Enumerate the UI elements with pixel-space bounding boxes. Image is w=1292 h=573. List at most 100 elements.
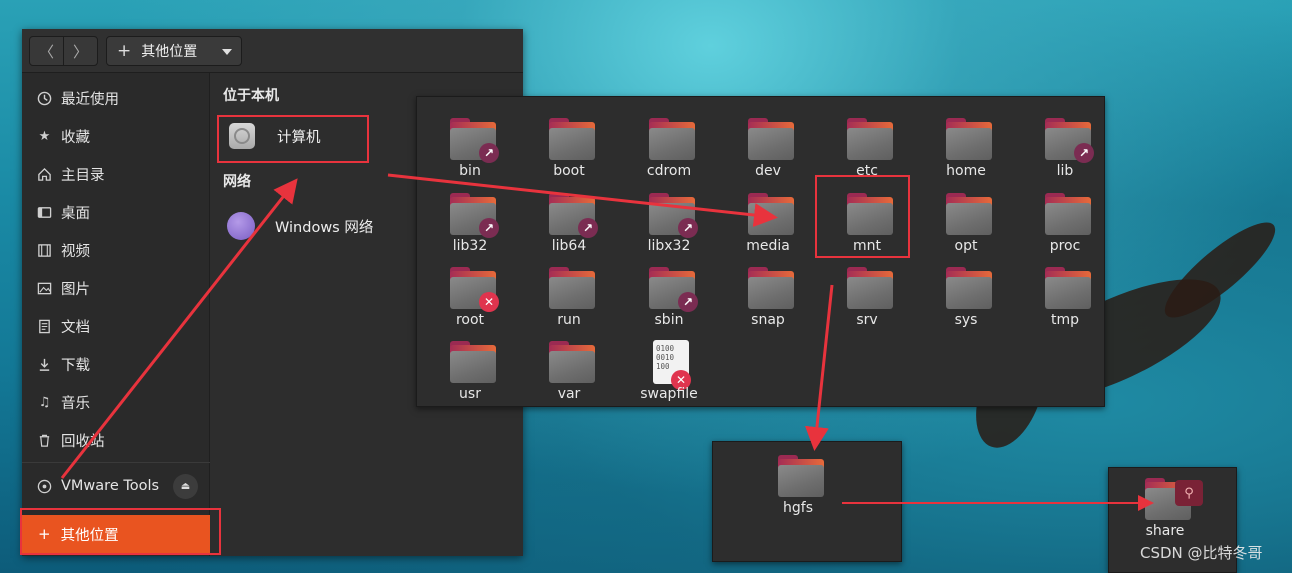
sidebar-item-music[interactable]: ♫ 音乐 (22, 384, 210, 420)
forward-button[interactable]: 〉 (63, 37, 97, 65)
clock-icon (36, 90, 53, 107)
folder-icon: ↗ (450, 193, 499, 238)
desktop-icon (36, 204, 53, 221)
folder-tmp[interactable]: tmp (1015, 254, 1115, 328)
folder-label: lib32 (452, 238, 488, 254)
folder-snap[interactable]: snap (718, 254, 818, 328)
folder-icon (847, 267, 893, 309)
folder-hgfs[interactable]: hgfs (748, 442, 848, 516)
star-icon: ★ (38, 128, 51, 144)
folder-bin[interactable]: ↗ bin (420, 105, 520, 179)
folder-icon (450, 341, 496, 383)
disc-icon (36, 478, 53, 495)
folder-label: tmp (1050, 312, 1079, 328)
symlink-emblem-icon: ↗ (678, 292, 698, 312)
folder-lib64[interactable]: ↗ lib64 (519, 180, 619, 254)
folder-dev[interactable]: dev (718, 105, 818, 179)
folder-share[interactable]: ⚲ share (1115, 465, 1215, 539)
folder-libx32[interactable]: ↗ libx32 (619, 180, 719, 254)
mnt-folder-window: hgfs (712, 441, 902, 562)
sidebar-item-documents[interactable]: 文档 (22, 308, 210, 344)
back-button[interactable]: 〈 (30, 37, 63, 65)
folder-icon: ↗ (1045, 118, 1094, 163)
folder-lib[interactable]: ↗ lib (1015, 105, 1115, 179)
folder-icon (1045, 267, 1091, 309)
sidebar-item-label: 主目录 (61, 167, 105, 184)
sidebar-item-label: 下载 (61, 357, 90, 374)
folder-usr[interactable]: usr (420, 328, 520, 402)
symlink-emblem-icon: ↗ (1074, 143, 1094, 163)
sidebar-item-home[interactable]: 主目录 (22, 156, 210, 192)
video-icon (36, 242, 53, 259)
eject-icon[interactable]: ⏏ (173, 474, 198, 499)
folder-label: media (746, 238, 790, 254)
wallpaper-swimmer-legs (1153, 209, 1287, 331)
network-globe-icon (227, 212, 255, 240)
folder-lib32[interactable]: ↗ lib32 (420, 180, 520, 254)
folder-proc[interactable]: proc (1015, 180, 1115, 254)
path-label: 其他位置 (141, 44, 198, 60)
folder-etc[interactable]: etc (817, 105, 917, 179)
sidebar-item-label: 最近使用 (61, 91, 119, 108)
folder-var[interactable]: var (519, 328, 619, 402)
folder-label: var (557, 386, 581, 402)
folder-sbin[interactable]: ↗ sbin (619, 254, 719, 328)
folder-icon (748, 118, 794, 160)
sidebar-item-desktop[interactable]: 桌面 (22, 194, 210, 230)
sidebar-item-downloads[interactable]: 下载 (22, 346, 210, 382)
sidebar: 最近使用 ★ 收藏 主目录 桌面 视频 图片 文档 下载 ♫ 音乐 回收站 VM… (22, 73, 210, 556)
folder-icon (549, 267, 595, 309)
folder-label: sbin (654, 312, 684, 328)
sidebar-item-label: 回收站 (61, 433, 105, 450)
symlink-emblem-icon: ↗ (479, 143, 499, 163)
folder-icon (649, 118, 695, 160)
folder-srv[interactable]: srv (817, 254, 917, 328)
sidebar-item-vmware-tools[interactable]: VMware Tools ⏏ (22, 468, 210, 504)
folder-label: srv (856, 312, 878, 328)
folder-home[interactable]: home (916, 105, 1016, 179)
folder-icon: ↗ (649, 267, 698, 312)
folder-boot[interactable]: boot (519, 105, 619, 179)
search-icon: ⚲ (1175, 480, 1203, 506)
folder-label: libx32 (647, 238, 691, 254)
section-title-on-this-computer: 位于本机 (223, 88, 279, 104)
download-icon (36, 356, 53, 373)
folder-label: proc (1049, 238, 1081, 254)
plus-icon: + (117, 41, 132, 61)
highlight-other-locations (20, 508, 221, 555)
highlight-mnt (815, 175, 910, 258)
folder-icon: ↗ (549, 193, 598, 238)
file-swapfile[interactable]: 0100 0010 100 ✕ swapfile (619, 328, 719, 402)
folder-opt[interactable]: opt (916, 180, 1016, 254)
sidebar-divider (22, 462, 210, 463)
music-icon: ♫ (38, 394, 51, 410)
folder-label: share (1145, 523, 1185, 539)
sidebar-item-starred[interactable]: ★ 收藏 (22, 118, 210, 154)
sidebar-item-recent[interactable]: 最近使用 (22, 80, 210, 116)
sidebar-item-videos[interactable]: 视频 (22, 232, 210, 268)
sidebar-item-trash[interactable]: 回收站 (22, 422, 210, 458)
windows-network-row[interactable]: Windows 网络 (217, 203, 373, 249)
sidebar-item-label: 图片 (61, 281, 90, 298)
folder-icon (549, 118, 595, 160)
symlink-emblem-icon: ↗ (578, 218, 598, 238)
folder-label: usr (459, 386, 481, 402)
document-icon (36, 318, 53, 335)
folder-label: lib64 (551, 238, 587, 254)
sidebar-item-pictures[interactable]: 图片 (22, 270, 210, 306)
folder-root[interactable]: ✕ root (420, 254, 520, 328)
folder-icon: ↗ (450, 118, 499, 163)
folder-sys[interactable]: sys (916, 254, 1016, 328)
folder-icon (748, 267, 794, 309)
path-bar-button[interactable]: + 其他位置 (106, 36, 242, 66)
folder-cdrom[interactable]: cdrom (619, 105, 719, 179)
file-label: swapfile (640, 386, 698, 402)
folder-icon: ↗ (649, 193, 698, 238)
trash-icon (36, 432, 53, 449)
folder-media[interactable]: media (718, 180, 818, 254)
folder-icon: ⚲ (1145, 478, 1203, 520)
folder-run[interactable]: run (519, 254, 619, 328)
sidebar-item-label: 文档 (61, 319, 90, 336)
folder-icon (549, 341, 595, 383)
dropdown-caret-icon[interactable] (222, 49, 232, 55)
